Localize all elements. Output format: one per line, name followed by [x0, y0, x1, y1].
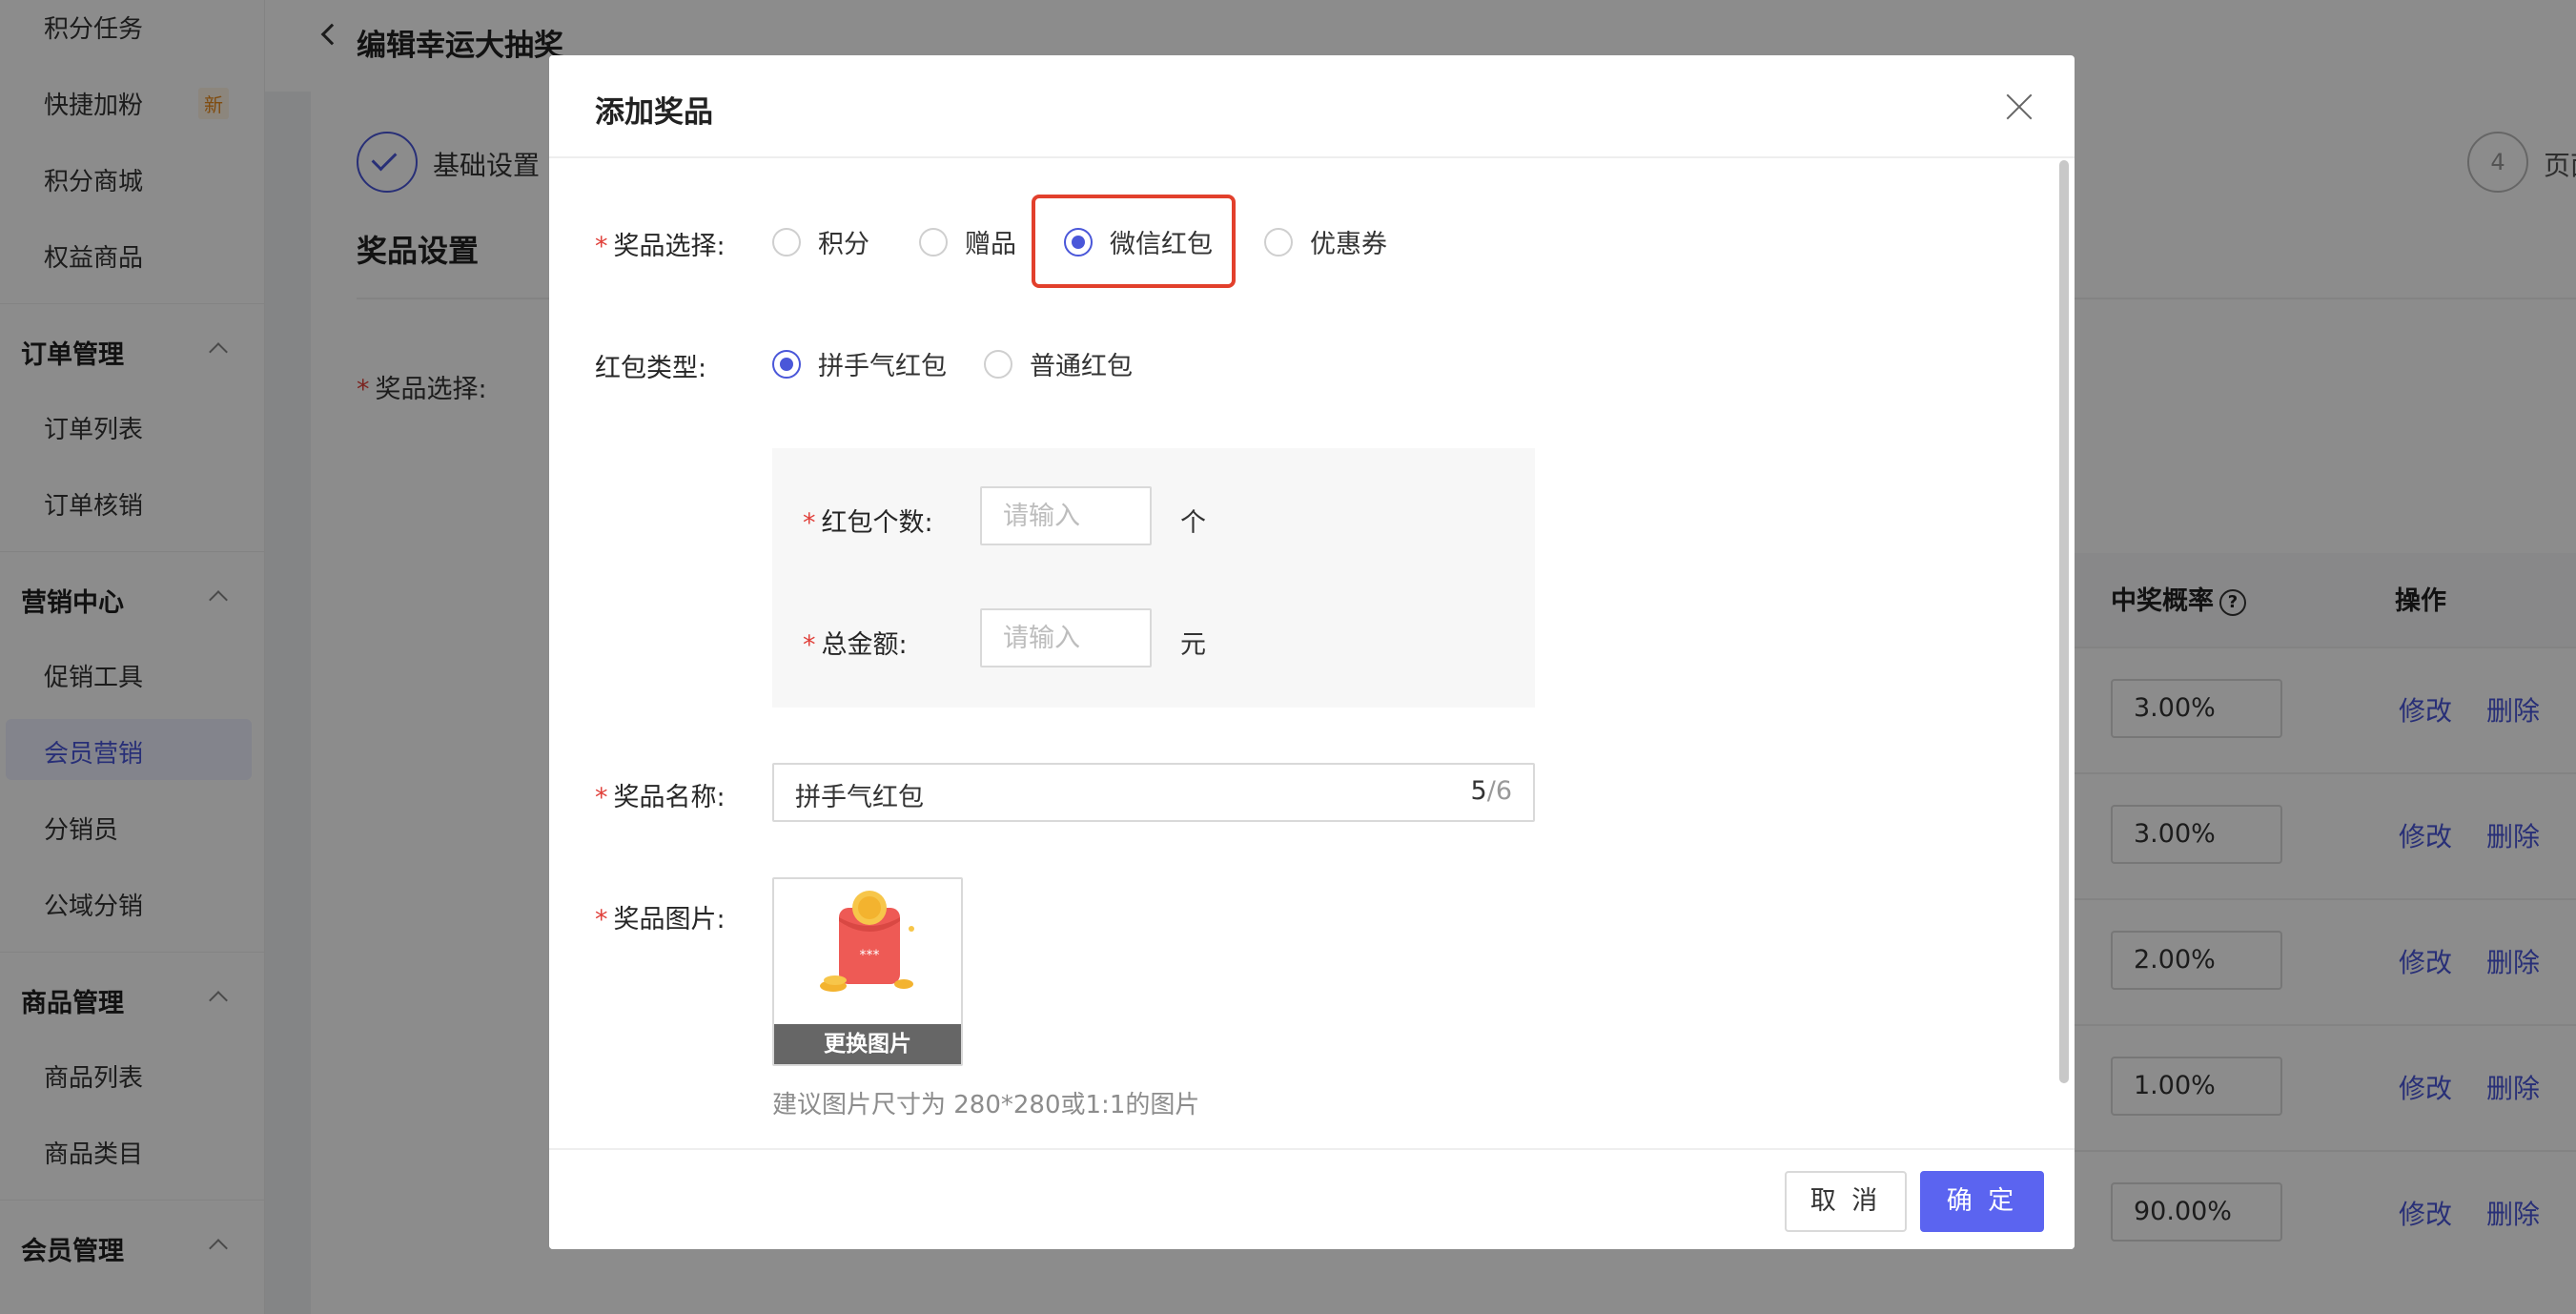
- confirm-button[interactable]: 确 定: [1920, 1171, 2044, 1232]
- radio-checked-icon: [772, 349, 801, 379]
- total-amount-label: * 总金额:: [803, 630, 908, 660]
- prize-type-label: * 奖品选择:: [595, 232, 726, 261]
- red-packet-count-label: * 红包个数:: [803, 508, 933, 538]
- radio-icon: [984, 349, 1012, 379]
- prize-name-label: * 奖品名称:: [595, 783, 726, 812]
- red-packet-count-input[interactable]: [980, 486, 1152, 545]
- add-prize-dialog: 添加奖品 * 奖品选择: 积分 赠品 微信红包 优惠券 红包类型: 拼手气红包 普…: [549, 55, 2075, 1249]
- dialog-title: 添加奖品: [595, 95, 713, 130]
- radio-coupon[interactable]: 优惠券: [1264, 223, 1387, 260]
- close-icon[interactable]: [2004, 92, 2034, 122]
- radio-normal-red-packet[interactable]: 普通红包: [984, 345, 1133, 382]
- scrollbar[interactable]: [2059, 160, 2069, 1083]
- radio-icon: [919, 227, 948, 257]
- count-unit: 个: [1180, 508, 1206, 538]
- char-counter: 5/6: [1470, 776, 1512, 806]
- image-size-hint: 建议图片尺寸为 280*280或1:1的图片: [772, 1091, 1200, 1119]
- prize-name-input[interactable]: 拼手气红包 5/6: [772, 763, 1535, 822]
- cancel-button[interactable]: 取 消: [1785, 1171, 1907, 1232]
- radio-gift[interactable]: 赠品: [919, 223, 1016, 260]
- red-packet-type-label: 红包类型:: [595, 354, 707, 383]
- total-amount-input[interactable]: [980, 608, 1152, 667]
- amount-unit: 元: [1180, 630, 1206, 660]
- prize-name-value: 拼手气红包: [795, 783, 924, 812]
- prize-image-label: * 奖品图片:: [595, 905, 726, 934]
- replace-image-button[interactable]: 更换图片: [774, 1024, 961, 1064]
- radio-lucky-red-packet[interactable]: 拼手气红包: [772, 345, 947, 382]
- radio-points[interactable]: 积分: [772, 223, 869, 260]
- red-packet-image-text: ***: [860, 948, 880, 963]
- radio-icon: [1264, 227, 1293, 257]
- dialog-header: 添加奖品: [549, 55, 2075, 158]
- selection-highlight: [1032, 195, 1236, 288]
- red-packet-settings-panel: [772, 448, 1535, 708]
- radio-icon: [772, 227, 801, 257]
- prize-image-uploader[interactable]: *** 更换图片: [772, 877, 963, 1066]
- red-packet-image: ***: [820, 891, 914, 992]
